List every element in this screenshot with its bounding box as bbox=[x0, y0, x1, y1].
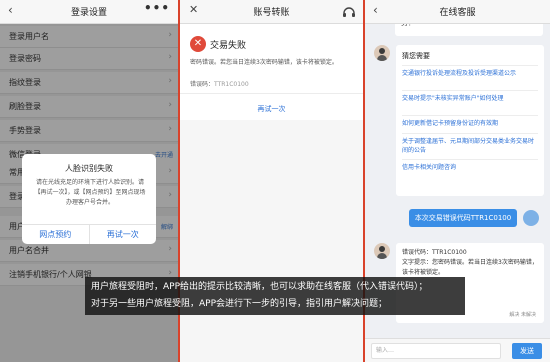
suggestion-item[interactable]: 如何更新借记卡预留身份证的有效期 bbox=[402, 119, 538, 128]
feedback-buttons[interactable]: 解决 未解决 bbox=[509, 311, 536, 318]
caption-overlay: 用户旅程受阻时，APP给出的提示比较清晰，也可以求助在线客服（代入错误代码）； … bbox=[85, 277, 465, 315]
suggestion-item[interactable]: 信用卡相关问题咨询 bbox=[402, 163, 538, 172]
agent-avatar bbox=[374, 45, 390, 61]
retry-link[interactable]: 再试一次 bbox=[180, 104, 363, 114]
dialog-title: 人脸识别失败 bbox=[65, 164, 113, 173]
suggestion-card: 猜您需要 交通银行投诉处理流程及投诉受理渠道公示 交易时提示"未核实异常账户"如… bbox=[396, 45, 544, 196]
branch-appointment-button[interactable]: 网点预约 bbox=[22, 225, 89, 244]
chat-input-bar: 输入… 发送 bbox=[365, 338, 550, 362]
error-code-value: TTR1C0100 bbox=[214, 81, 249, 88]
more-icon[interactable]: ••• bbox=[144, 1, 170, 15]
chat-input[interactable]: 输入… bbox=[371, 343, 501, 359]
error-code-label: 错误码： bbox=[190, 81, 215, 88]
nav-bar: ‹ 在线客服 bbox=[365, 0, 550, 24]
divider bbox=[402, 115, 538, 116]
suggestion-item[interactable]: 交易时提示"未核实异常账户"如何处理 bbox=[402, 94, 538, 103]
dialog-message: 请在光线充足的环境下进行人脸识别。请【再试一次】，或【网点预约】至网点现场办理客… bbox=[34, 179, 146, 206]
nav-bar: ✕ 账号转账 bbox=[180, 0, 363, 24]
error-code: 错误码：TTR1C0100 bbox=[190, 79, 249, 88]
nav-bar: ‹ 登录设置 ••• bbox=[0, 0, 178, 24]
user-message: 本次交易错误代码TTR1C0100 bbox=[409, 209, 517, 227]
suggestion-heading: 猜您需要 bbox=[402, 52, 430, 60]
service-reply-text: 错误代码：TTR1C0100 文字提示：您密码错误。若当日连续3次密码输错，该卡… bbox=[402, 249, 538, 276]
caption-line: 对于另一些用户旅程受阻，APP会进行下一步的引导，指引用户解决问题； bbox=[91, 299, 388, 309]
page-title: 账号转账 bbox=[253, 8, 290, 18]
user-avatar bbox=[523, 210, 539, 226]
error-message: 密码错误。若您当日连续3次密码输错，该卡将被锁定。 bbox=[190, 59, 338, 66]
page-title: 在线客服 bbox=[439, 8, 476, 18]
blank-area bbox=[180, 120, 363, 362]
divider bbox=[402, 133, 538, 134]
suggestion-item[interactable]: 关于调整逢届节、元旦期间部分交易类业务交易时间的公告 bbox=[402, 137, 538, 155]
headset-icon[interactable] bbox=[342, 5, 356, 19]
agent-avatar bbox=[374, 243, 390, 259]
divider bbox=[402, 159, 538, 160]
send-button[interactable]: 发送 bbox=[512, 343, 542, 359]
retry-button[interactable]: 再试一次 bbox=[88, 225, 157, 244]
divider bbox=[402, 90, 538, 91]
divider bbox=[402, 65, 538, 66]
divider bbox=[180, 93, 363, 94]
fail-icon: ✕ bbox=[190, 36, 206, 52]
fail-title: 交易失败 bbox=[210, 41, 247, 51]
face-recognition-dialog: 人脸识别失败 请在光线充足的环境下进行人脸识别。请【再试一次】，或【网点预约】至… bbox=[22, 154, 156, 244]
suggestion-item[interactable]: 交通银行投诉处理流程及投诉受理渠道公示 bbox=[402, 69, 538, 78]
caption-line: 用户旅程受阻时，APP给出的提示比较清晰，也可以求助在线客服（代入错误代码）； bbox=[91, 282, 428, 292]
